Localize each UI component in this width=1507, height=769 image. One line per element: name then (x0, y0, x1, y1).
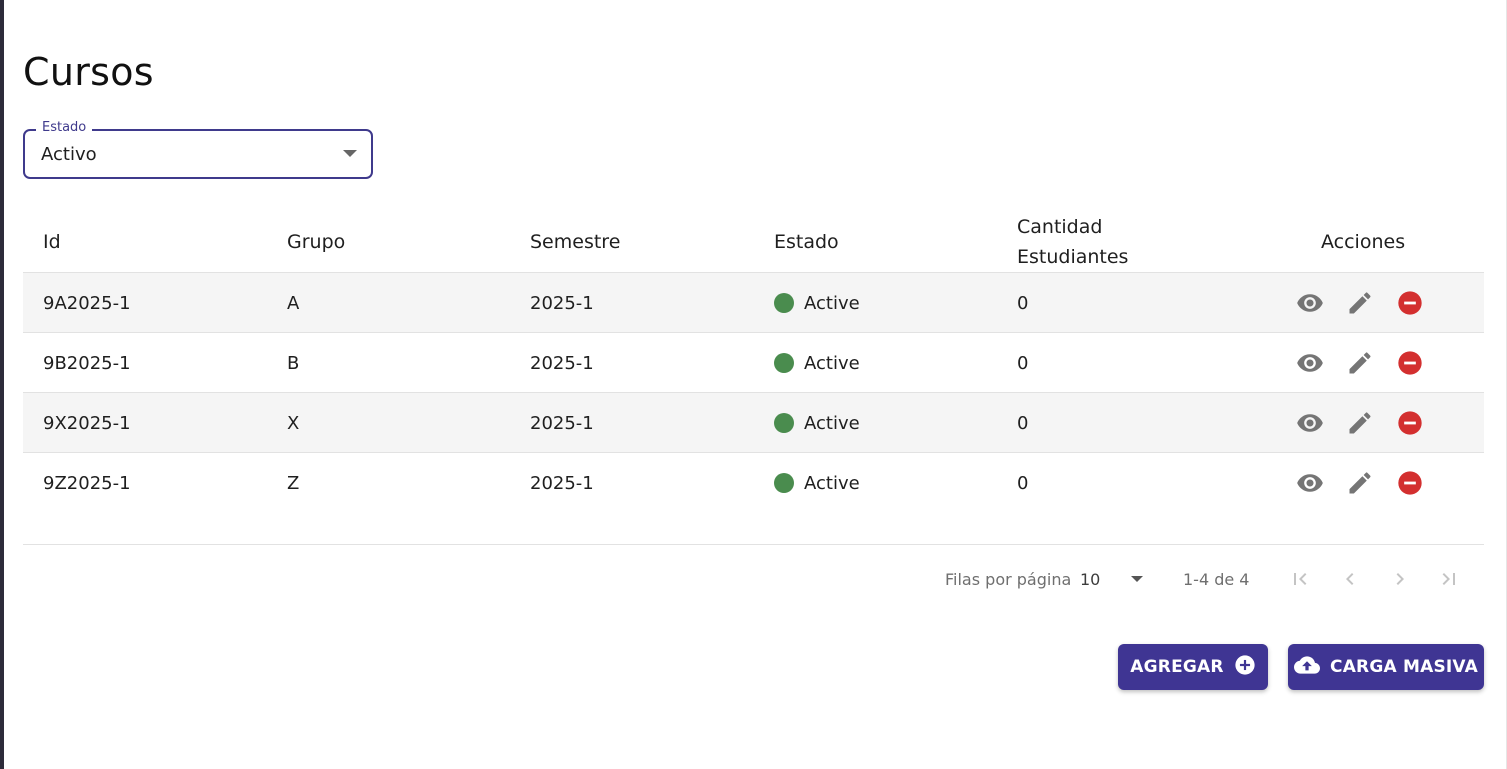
cell-grupo: X (287, 412, 300, 434)
cell-cantidad: 0 (1017, 472, 1029, 494)
remove-circle-icon[interactable] (1396, 289, 1424, 317)
estado-select[interactable]: Estado Activo (23, 120, 373, 179)
header-estado: Estado (774, 230, 839, 253)
cell-semestre: 2025-1 (530, 472, 594, 494)
cell-estado: Active (774, 273, 860, 333)
plus-circle-icon (1234, 654, 1256, 681)
rows-per-page-select[interactable]: 10 (1080, 562, 1150, 596)
remove-circle-icon[interactable] (1396, 409, 1424, 437)
table-header: Id Grupo Semestre Estado Cantidad Estudi… (23, 210, 1484, 273)
window-left-border (0, 0, 4, 769)
agregar-button[interactable]: AGREGAR (1118, 644, 1268, 690)
status-text: Active (804, 472, 860, 494)
status-text: Active (804, 352, 860, 374)
remove-circle-icon[interactable] (1396, 469, 1424, 497)
cell-semestre: 2025-1 (530, 412, 594, 434)
cell-id: 9B2025-1 (43, 352, 131, 374)
carga-masiva-button[interactable]: CARGA MASIVA (1288, 644, 1484, 690)
cell-grupo: B (287, 352, 300, 374)
pencil-icon[interactable] (1346, 349, 1374, 377)
courses-table: Id Grupo Semestre Estado Cantidad Estudi… (23, 210, 1484, 513)
estado-select-label: Estado (36, 120, 93, 135)
status-text: Active (804, 412, 860, 434)
cell-semestre: 2025-1 (530, 352, 594, 374)
pencil-icon[interactable] (1346, 469, 1374, 497)
table-row: 9X2025-1 X 2025-1 Active 0 (23, 393, 1484, 453)
header-id: Id (43, 230, 61, 253)
header-semestre: Semestre (530, 230, 621, 253)
header-grupo: Grupo (287, 230, 346, 253)
estado-select-value: Activo (41, 144, 97, 165)
status-dot-icon (774, 353, 794, 373)
cell-cantidad: 0 (1017, 292, 1029, 314)
agregar-button-label: AGREGAR (1130, 657, 1224, 677)
rows-per-page-value: 10 (1080, 569, 1101, 589)
status-dot-icon (774, 473, 794, 493)
first-page-icon[interactable] (1286, 565, 1314, 593)
cell-grupo: Z (287, 472, 300, 494)
table-row: 9B2025-1 B 2025-1 Active 0 (23, 333, 1484, 393)
pencil-icon[interactable] (1346, 289, 1374, 317)
row-actions (1296, 273, 1424, 333)
eye-icon[interactable] (1296, 349, 1324, 377)
cell-semestre: 2025-1 (530, 292, 594, 314)
table-row: 9A2025-1 A 2025-1 Active 0 (23, 273, 1484, 333)
pencil-icon[interactable] (1346, 409, 1374, 437)
cell-id: 9A2025-1 (43, 292, 131, 314)
cell-estado: Active (774, 453, 860, 513)
chevron-left-icon[interactable] (1336, 565, 1364, 593)
header-cantidad-estudiantes: Cantidad Estudiantes (1017, 210, 1128, 273)
caret-down-icon (343, 150, 357, 157)
cell-cantidad: 0 (1017, 412, 1029, 434)
cell-estado: Active (774, 333, 860, 393)
cloud-upload-icon (1294, 654, 1321, 681)
header-cantidad-line1: Cantidad (1017, 215, 1103, 238)
eye-icon[interactable] (1296, 289, 1324, 317)
carga-masiva-button-label: CARGA MASIVA (1330, 657, 1478, 677)
status-text: Active (804, 292, 860, 314)
cell-estado: Active (774, 393, 860, 453)
header-cantidad-line2: Estudiantes (1017, 245, 1129, 268)
pagination: Filas por página 10 1-4 de 4 (945, 562, 1475, 596)
page-title: Cursos (23, 50, 154, 94)
last-page-icon[interactable] (1435, 565, 1463, 593)
chevron-right-icon[interactable] (1386, 565, 1414, 593)
status-dot-icon (774, 413, 794, 433)
pagination-range: 1-4 de 4 (1183, 569, 1250, 589)
status-dot-icon (774, 293, 794, 313)
table-divider (23, 544, 1484, 545)
eye-icon[interactable] (1296, 469, 1324, 497)
row-actions (1296, 393, 1424, 453)
table-row: 9Z2025-1 Z 2025-1 Active 0 (23, 453, 1484, 513)
row-actions (1296, 333, 1424, 393)
cell-id: 9Z2025-1 (43, 472, 131, 494)
eye-icon[interactable] (1296, 409, 1324, 437)
row-actions (1296, 453, 1424, 513)
header-acciones: Acciones (1321, 230, 1406, 253)
caret-down-icon (1131, 576, 1143, 582)
rows-per-page-label: Filas por página (945, 569, 1072, 589)
cell-cantidad: 0 (1017, 352, 1029, 374)
cell-grupo: A (287, 292, 300, 314)
remove-circle-icon[interactable] (1396, 349, 1424, 377)
cell-id: 9X2025-1 (43, 412, 131, 434)
